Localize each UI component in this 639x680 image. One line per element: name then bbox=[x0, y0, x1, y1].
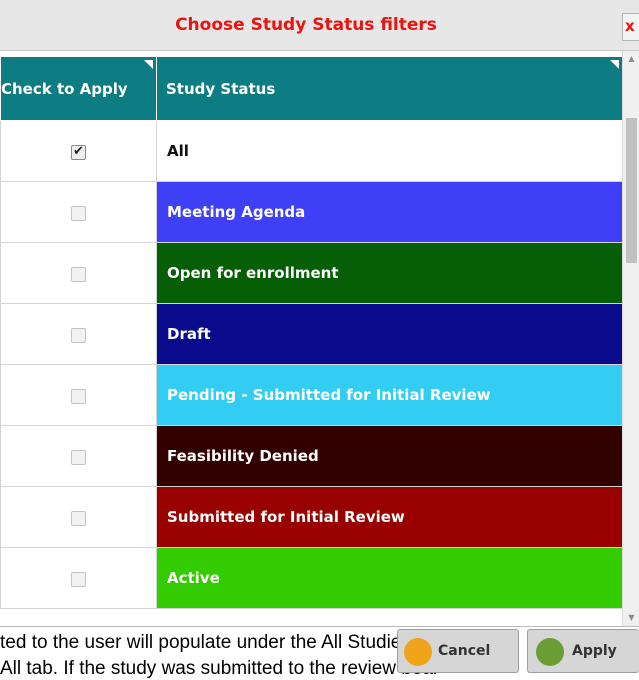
status-table-container: Check to Apply Study Status AllMeeting A… bbox=[0, 56, 622, 626]
column-header-status-label: Study Status bbox=[166, 79, 276, 98]
apply-button[interactable]: Apply bbox=[527, 629, 639, 673]
dialog-title: Choose Study Status filters bbox=[175, 15, 437, 35]
close-button[interactable]: x bbox=[622, 13, 639, 41]
study-status-filter-dialog: Choose Study Status filters x Check to A… bbox=[0, 0, 639, 627]
sort-corner-icon bbox=[144, 60, 153, 69]
status-filter-table: Check to Apply Study Status AllMeeting A… bbox=[0, 56, 622, 609]
study-status-label: Meeting Agenda bbox=[156, 181, 622, 243]
cancel-button[interactable]: Cancel bbox=[397, 629, 519, 673]
scroll-up-arrow-icon[interactable]: ▲ bbox=[623, 51, 639, 67]
cancel-undo-icon bbox=[404, 638, 432, 666]
scrollbar-thumb[interactable] bbox=[626, 118, 637, 263]
table-row: All bbox=[0, 120, 622, 182]
table-header-row: Check to Apply Study Status bbox=[0, 56, 622, 121]
apply-checkbox[interactable] bbox=[71, 388, 86, 404]
checkbox-cell bbox=[0, 181, 157, 243]
scroll-down-arrow-icon[interactable]: ▼ bbox=[623, 610, 639, 626]
study-status-label: Pending - Submitted for Initial Review bbox=[156, 364, 622, 426]
study-status-label: Feasibility Denied bbox=[156, 425, 622, 487]
checkbox-cell bbox=[0, 242, 157, 304]
column-header-check-label: Check to Apply bbox=[1, 79, 128, 98]
column-header-check-to-apply[interactable]: Check to Apply bbox=[0, 56, 157, 121]
table-row: Submitted for Initial Review bbox=[0, 486, 622, 548]
apply-checkbox[interactable] bbox=[71, 571, 86, 587]
table-row: Active bbox=[0, 547, 622, 609]
sort-corner-icon bbox=[610, 60, 619, 69]
checkbox-cell bbox=[0, 364, 157, 426]
checkbox-cell bbox=[0, 120, 157, 182]
table-row: Open for enrollment bbox=[0, 242, 622, 304]
study-status-label: Active bbox=[156, 547, 622, 609]
study-status-label: Open for enrollment bbox=[156, 242, 622, 304]
apply-checkbox[interactable] bbox=[71, 266, 86, 282]
vertical-scrollbar[interactable]: ▲ ▼ bbox=[622, 51, 639, 626]
cancel-button-label: Cancel bbox=[438, 643, 491, 659]
table-row: Draft bbox=[0, 303, 622, 365]
apply-checkbox[interactable] bbox=[71, 205, 86, 221]
column-header-study-status[interactable]: Study Status bbox=[156, 56, 622, 121]
checkbox-cell bbox=[0, 486, 157, 548]
apply-icon bbox=[536, 638, 564, 666]
background-document-text-line-1: ted to the user will populate under the … bbox=[0, 632, 451, 653]
checkbox-cell bbox=[0, 547, 157, 609]
apply-checkbox[interactable] bbox=[71, 449, 86, 465]
checkbox-cell bbox=[0, 303, 157, 365]
table-row: Pending - Submitted for Initial Review bbox=[0, 364, 622, 426]
apply-checkbox[interactable] bbox=[71, 144, 86, 160]
study-status-label: Draft bbox=[156, 303, 622, 365]
apply-button-label: Apply bbox=[572, 643, 617, 659]
apply-checkbox[interactable] bbox=[71, 510, 86, 526]
dialog-title-bar: Choose Study Status filters x bbox=[0, 0, 639, 51]
study-status-label: Submitted for Initial Review bbox=[156, 486, 622, 548]
table-row: Meeting Agenda bbox=[0, 181, 622, 243]
checkbox-cell bbox=[0, 425, 157, 487]
table-row: Feasibility Denied bbox=[0, 425, 622, 487]
study-status-label: All bbox=[156, 120, 622, 182]
apply-checkbox[interactable] bbox=[71, 327, 86, 343]
